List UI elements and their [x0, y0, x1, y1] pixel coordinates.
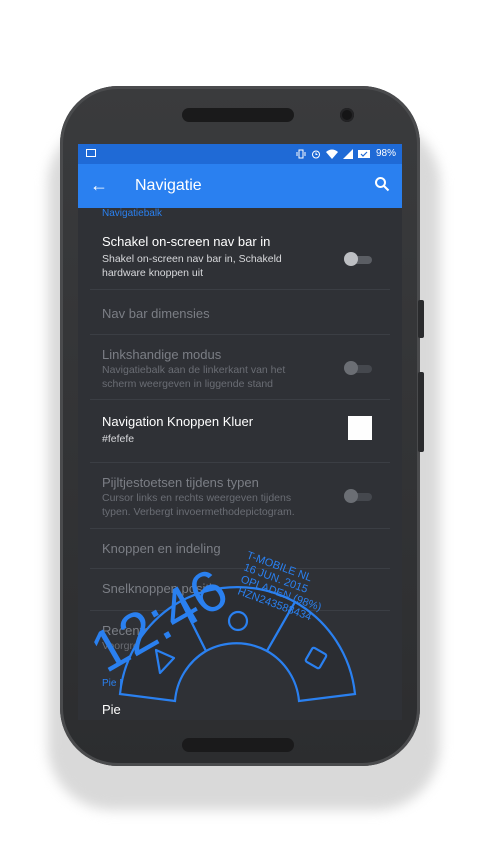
- setting-onscreen-navbar[interactable]: Schakel on-screen nav bar in Shakel on-s…: [78, 232, 402, 292]
- category-navigatiebalk: Navigatiebalk: [102, 208, 163, 219]
- setting-title: Navigation Knoppen Kluer: [102, 414, 254, 429]
- battery-percent: 98%: [375, 148, 396, 159]
- setting-summary: Navigatiebalk aan de linkerkant van het …: [102, 364, 286, 390]
- left-handed-switch[interactable]: [344, 361, 372, 375]
- vibrate-icon: [296, 149, 306, 158]
- signal-icon: [342, 148, 353, 159]
- bottom-speaker: [182, 738, 294, 752]
- status-bar: 98%: [78, 144, 402, 164]
- setting-title: Pijltjestoetsen tijdens typen: [102, 475, 259, 490]
- front-camera: [340, 108, 354, 122]
- setting-arrow-keys[interactable]: Pijltjestoetsen tijdens typen Cursor lin…: [78, 463, 402, 525]
- earpiece-speaker: [182, 108, 294, 122]
- image-icon: [86, 149, 96, 157]
- setting-summary: Shakel on-screen nav bar in, Schakeld ha…: [102, 253, 282, 279]
- setting-summary: #fefefe: [102, 433, 135, 445]
- setting-title: Linkshandige modus: [102, 347, 222, 362]
- wifi-icon: [325, 149, 338, 159]
- setting-left-handed[interactable]: Linkshandige modus Navigatiebalk aan de …: [78, 335, 402, 397]
- setting-button-color[interactable]: Navigation Knoppen Kluer #fefefe: [78, 400, 402, 460]
- page-title: Navigatie: [135, 177, 202, 194]
- arrow-keys-switch[interactable]: [344, 489, 372, 503]
- app-bar: ← Navigatie: [78, 164, 402, 208]
- power-button: [418, 300, 424, 338]
- volume-button: [418, 372, 424, 452]
- setting-navbar-dimensions[interactable]: Nav bar dimensies: [78, 290, 402, 334]
- search-icon[interactable]: [374, 176, 390, 192]
- alarm-icon: [311, 150, 320, 158]
- pie-control-overlay: 12:46 T-MOBILE NL 16 JUN. 2015 OPLADEN (…: [80, 550, 357, 703]
- setting-title: Schakel on-screen nav bar in: [102, 234, 271, 249]
- battery-icon: [357, 149, 370, 158]
- setting-summary: Cursor links en rechts weergeven tijdens…: [102, 492, 295, 518]
- setting-title: Nav bar dimensies: [102, 306, 210, 321]
- color-swatch[interactable]: [348, 416, 372, 440]
- arrow-back-icon[interactable]: ←: [90, 175, 108, 195]
- onscreen-navbar-switch[interactable]: [344, 252, 372, 266]
